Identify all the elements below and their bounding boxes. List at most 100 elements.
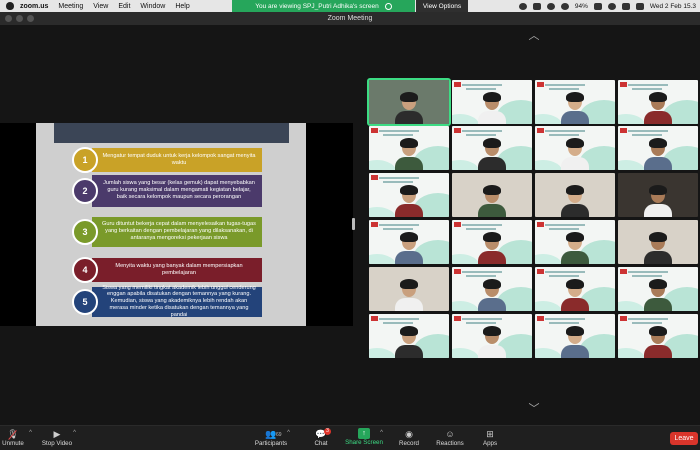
slide-item-number: 2 — [72, 177, 98, 204]
sync-icon[interactable] — [546, 2, 555, 10]
participant-avatar — [561, 138, 589, 170]
participant-video-tile[interactable] — [618, 80, 698, 124]
share-screen-label: Share Screen — [345, 439, 383, 446]
participant-video-tile[interactable] — [369, 126, 449, 170]
participant-video-tile[interactable] — [535, 126, 615, 170]
participant-video-tile[interactable] — [618, 314, 698, 358]
participant-avatar — [644, 279, 672, 311]
participant-avatar — [644, 138, 672, 170]
participant-avatar — [561, 185, 589, 217]
reactions-label: Reactions — [436, 440, 464, 447]
view-options-label: View Options — [422, 2, 462, 10]
battery-icon[interactable] — [593, 2, 602, 10]
participant-avatar — [478, 232, 506, 264]
participant-avatar — [478, 185, 506, 217]
emoji-icon: ☺ — [445, 429, 455, 439]
search-icon[interactable] — [621, 2, 630, 10]
menu-help[interactable]: Help — [175, 3, 189, 10]
apps-label: Apps — [482, 440, 498, 447]
apps-icon: ⊞ — [486, 429, 494, 439]
slide-item-5: 5 Siswa yang memiliki tingkat akademik le… — [72, 285, 262, 318]
slide-item-number: 4 — [72, 256, 98, 283]
participant-video-tile[interactable] — [452, 80, 532, 124]
participant-video-tile[interactable] — [618, 126, 698, 170]
participant-avatar — [395, 326, 423, 358]
participant-avatar — [478, 326, 506, 358]
menu-window[interactable]: Window — [140, 3, 165, 10]
share-screen-button[interactable]: ↑ Share Screen ^ — [339, 428, 389, 446]
participant-video-tile[interactable] — [369, 220, 449, 264]
split-drag-handle[interactable] — [352, 218, 355, 230]
participants-button[interactable]: 👥 69 Participants ^ — [246, 428, 296, 447]
participant-video-tile[interactable] — [369, 314, 449, 358]
bluetooth-icon[interactable] — [560, 2, 569, 10]
participant-video-tile[interactable] — [452, 267, 532, 311]
participant-avatar — [561, 326, 589, 358]
participant-video-tile[interactable] — [535, 314, 615, 358]
zoom-status-icon[interactable] — [518, 2, 527, 10]
slide-item-4: 4 Menyita waktu yang banyak dalam mempers… — [72, 256, 262, 283]
apps-button[interactable]: ⊞ Apps — [465, 428, 515, 447]
participants-chevron-icon[interactable]: ^ — [287, 430, 290, 436]
minimize-window-icon[interactable] — [16, 15, 23, 22]
participant-avatar — [561, 232, 589, 264]
share-screen-icon: ↑ — [358, 428, 370, 439]
gallery-down-chevron-icon[interactable]: ﹀ — [524, 400, 544, 416]
clock[interactable]: Wed 2 Feb 15.3 — [650, 3, 696, 10]
participant-avatar — [644, 326, 672, 358]
window-controls — [5, 15, 34, 22]
participant-video-tile[interactable] — [367, 78, 451, 126]
participant-avatar — [561, 92, 589, 124]
participant-video-tile[interactable] — [535, 173, 615, 217]
participants-count: 69 — [276, 432, 282, 438]
close-window-icon[interactable] — [5, 15, 12, 22]
slide-item-text: Mengatur tempat duduk untuk kerja kelomp… — [92, 147, 262, 172]
participant-video-tile[interactable] — [618, 267, 698, 311]
screen-icon[interactable] — [532, 2, 541, 10]
participant-video-tile[interactable] — [618, 173, 698, 217]
chat-badge: 3 — [324, 428, 331, 435]
screen-share-banner: You are viewing SPJ_Putri Adhika's scree… — [232, 0, 415, 12]
stop-video-label: Stop Video — [41, 440, 73, 447]
video-camera-icon: ▶ — [53, 429, 61, 439]
participant-video-tile[interactable] — [369, 173, 449, 217]
menu-meeting[interactable]: Meeting — [58, 3, 83, 10]
participant-video-tile[interactable] — [452, 173, 532, 217]
video-options-chevron-icon[interactable]: ^ — [73, 430, 76, 436]
apple-icon[interactable] — [6, 2, 14, 10]
wifi-icon[interactable] — [607, 2, 616, 10]
control-center-icon[interactable] — [635, 2, 644, 10]
participant-video-tile[interactable] — [535, 220, 615, 264]
participant-video-tile[interactable] — [535, 80, 615, 124]
participant-video-tile[interactable] — [535, 267, 615, 311]
participant-avatar — [395, 138, 423, 170]
slide-item-3: 3 Guru dituntut bekerja cepat dalam menye… — [72, 216, 262, 247]
leave-label: Leave — [674, 435, 694, 442]
leave-button[interactable]: Leave — [670, 432, 698, 445]
participant-avatar — [478, 92, 506, 124]
slide-item-1: 1 Mengatur tempat duduk untuk kerja kelom… — [72, 146, 262, 173]
participant-video-tile[interactable] — [452, 126, 532, 170]
unmute-label: Unmute — [2, 440, 24, 447]
participant-video-tile[interactable] — [618, 220, 698, 264]
participant-video-tile[interactable] — [452, 220, 532, 264]
participant-avatar — [395, 279, 423, 311]
slide-item-number: 3 — [72, 218, 98, 245]
view-options-button[interactable]: View Options — [416, 0, 468, 12]
participant-video-tile[interactable] — [369, 267, 449, 311]
stop-video-button[interactable]: ▶ Stop Video ^ — [32, 428, 82, 447]
menu-view[interactable]: View — [93, 3, 108, 10]
window-titlebar: Zoom Meeting — [0, 12, 700, 25]
pause-icon[interactable] — [384, 2, 392, 10]
zoom-window-icon[interactable] — [27, 15, 34, 22]
presentation-slide: 1 Mengatur tempat duduk untuk kerja kelom… — [36, 123, 306, 326]
participant-video-tile[interactable] — [452, 314, 532, 358]
menu-edit[interactable]: Edit — [118, 3, 130, 10]
record-label: Record — [399, 440, 419, 447]
participant-avatar — [395, 232, 423, 264]
menu-app[interactable]: zoom.us — [20, 3, 48, 10]
battery-percent: 94% — [574, 2, 588, 10]
shared-screen[interactable]: 1 Mengatur tempat duduk untuk kerja kelom… — [0, 123, 353, 326]
gallery-up-chevron-icon[interactable]: ︿ — [524, 27, 544, 43]
share-options-chevron-icon[interactable]: ^ — [380, 430, 383, 436]
